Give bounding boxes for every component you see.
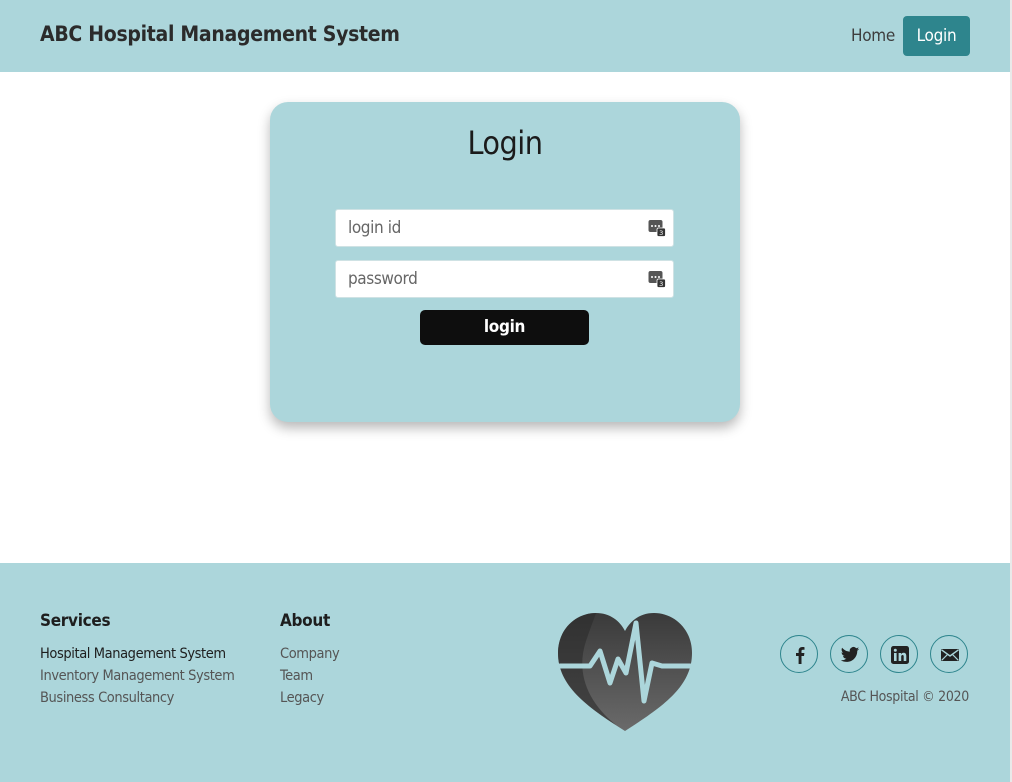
brand-title[interactable]: ABC Hospital Management System bbox=[40, 22, 400, 46]
login-submit-button[interactable]: login bbox=[420, 310, 589, 345]
footer-services-column: Services Hospital Management System Inve… bbox=[40, 611, 235, 709]
footer-link-team[interactable]: Team bbox=[280, 665, 339, 687]
footer-about-column: About Company Team Legacy bbox=[280, 611, 340, 709]
footer: Services Hospital Management System Inve… bbox=[0, 563, 1012, 782]
footer-about-heading: About bbox=[280, 611, 330, 631]
facebook-icon bbox=[796, 647, 805, 664]
footer-link-business-consultancy[interactable]: Business Consultancy bbox=[40, 687, 234, 709]
password-manager-icon[interactable]: 3 bbox=[648, 219, 666, 237]
footer-services-heading: Services bbox=[40, 611, 111, 631]
linkedin-icon bbox=[891, 646, 909, 664]
nav-login-button[interactable]: Login bbox=[903, 16, 970, 56]
svg-text:3: 3 bbox=[659, 280, 663, 288]
footer-link-company[interactable]: Company bbox=[280, 643, 340, 665]
facebook-button[interactable] bbox=[780, 635, 818, 673]
heart-logo-icon bbox=[557, 613, 693, 731]
footer-link-inventory-management[interactable]: Inventory Management System bbox=[40, 665, 235, 687]
login-id-input[interactable] bbox=[336, 210, 648, 246]
password-manager-icon[interactable]: 3 bbox=[648, 270, 666, 288]
login-id-field[interactable]: 3 bbox=[335, 209, 674, 247]
footer-link-hospital-management[interactable]: Hospital Management System bbox=[40, 643, 234, 665]
mail-button[interactable] bbox=[930, 635, 968, 673]
svg-text:3: 3 bbox=[659, 229, 663, 237]
footer-link-legacy[interactable]: Legacy bbox=[280, 687, 339, 709]
nav-home-link[interactable]: Home bbox=[851, 26, 895, 46]
login-card: Login 3 3 login bbox=[270, 102, 740, 422]
linkedin-button[interactable] bbox=[880, 635, 918, 673]
twitter-button[interactable] bbox=[830, 635, 868, 673]
top-navbar: ABC Hospital Management System Home Logi… bbox=[0, 0, 1012, 72]
password-field[interactable]: 3 bbox=[335, 260, 674, 298]
password-input[interactable] bbox=[336, 261, 648, 297]
mail-icon bbox=[941, 649, 959, 661]
copyright-text: ABC Hospital © 2020 bbox=[840, 689, 969, 705]
login-title: Login bbox=[467, 124, 543, 162]
twitter-icon bbox=[840, 647, 860, 662]
